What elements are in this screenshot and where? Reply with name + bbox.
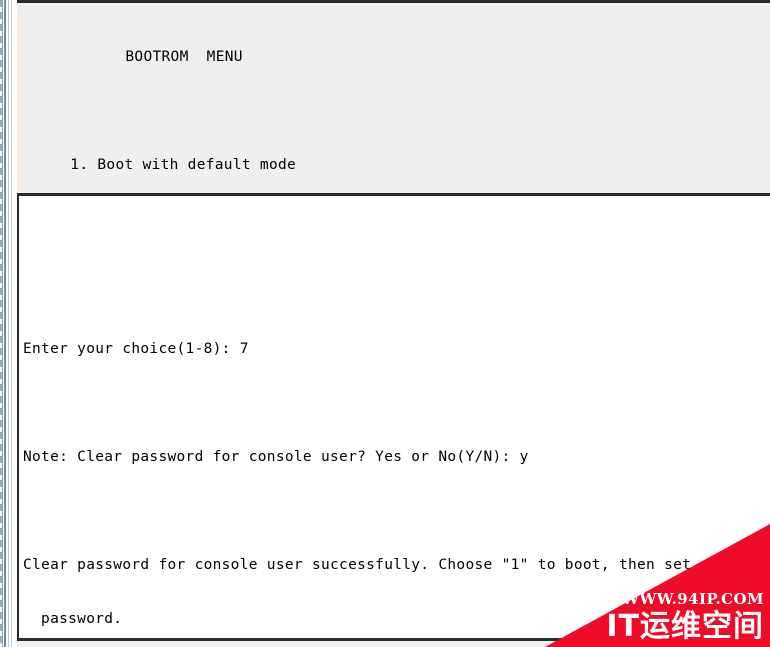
terminal-window[interactable]: Enter your choice(1-8): 7 Note: Clear pa… xyxy=(17,193,770,640)
outer-menu-title: BOOTROM MENU xyxy=(125,49,243,65)
frame-rule-4 xyxy=(11,0,12,647)
terminal-bottom-fill xyxy=(17,641,770,647)
terminal-success-line-2: password. xyxy=(23,611,123,627)
frame-rule-2 xyxy=(4,0,6,647)
frame-rule-3 xyxy=(8,0,9,647)
term-gap-2 xyxy=(23,502,770,520)
term-pad-top-2 xyxy=(23,286,770,304)
outer-console-pane: BOOTROM MENU 1. Boot with default mode 2… xyxy=(17,0,770,193)
frame-rule-1 xyxy=(2,0,3,647)
terminal-prompt-choice-7: Enter your choice(1-8): 7 xyxy=(23,341,249,357)
console-screenshot: BOOTROM MENU 1. Boot with default mode 2… xyxy=(0,0,770,647)
outer-menu-item-1: 1. Boot with default mode xyxy=(70,157,297,173)
term-pad-top xyxy=(23,232,770,250)
window-left-scroll-strip[interactable] xyxy=(0,0,17,647)
terminal-confirm-note: Note: Clear password for console user? Y… xyxy=(23,449,529,465)
terminal-output: Enter your choice(1-8): 7 Note: Clear pa… xyxy=(23,196,770,640)
term-gap-1 xyxy=(23,394,770,412)
outer-spacer xyxy=(21,102,766,120)
terminal-success-line-1: Clear password for console user successf… xyxy=(23,557,692,573)
outer-console-text: BOOTROM MENU 1. Boot with default mode 2… xyxy=(21,7,766,193)
